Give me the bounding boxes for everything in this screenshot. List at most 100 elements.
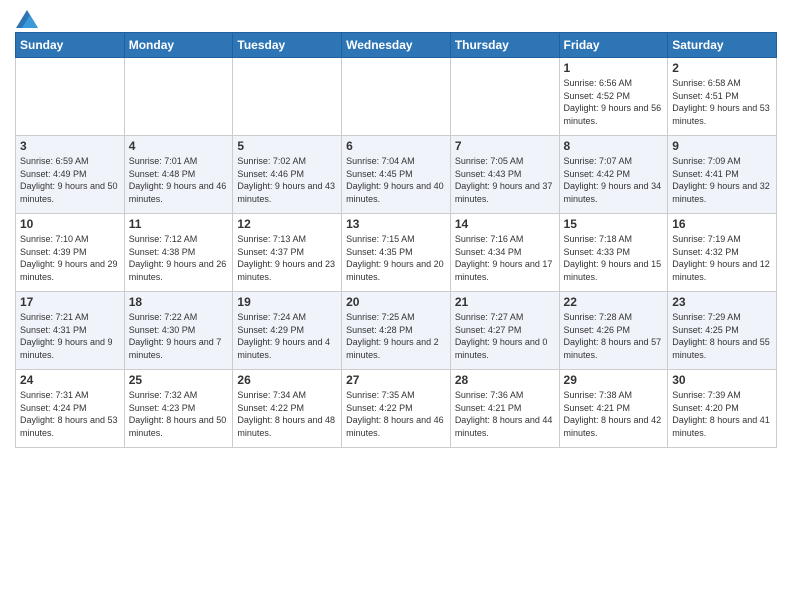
day-info: Sunrise: 7:13 AM Sunset: 4:37 PM Dayligh… xyxy=(237,233,337,283)
day-number: 3 xyxy=(20,139,120,153)
day-number: 28 xyxy=(455,373,555,387)
day-info: Sunrise: 7:10 AM Sunset: 4:39 PM Dayligh… xyxy=(20,233,120,283)
calendar-cell: 26 Sunrise: 7:34 AM Sunset: 4:22 PM Dayli… xyxy=(233,370,342,448)
calendar-cell: 29 Sunrise: 7:38 AM Sunset: 4:21 PM Dayli… xyxy=(559,370,668,448)
calendar-table: SundayMondayTuesdayWednesdayThursdayFrid… xyxy=(15,32,777,448)
calendar-cell: 4 Sunrise: 7:01 AM Sunset: 4:48 PM Daylig… xyxy=(124,136,233,214)
day-info: Sunrise: 7:04 AM Sunset: 4:45 PM Dayligh… xyxy=(346,155,446,205)
calendar-cell: 6 Sunrise: 7:04 AM Sunset: 4:45 PM Daylig… xyxy=(342,136,451,214)
day-info: Sunrise: 7:27 AM Sunset: 4:27 PM Dayligh… xyxy=(455,311,555,361)
calendar-cell: 1Sunrise: 6:56 AM Sunset: 4:52 PM Daylig… xyxy=(559,58,668,136)
calendar-cell: 8 Sunrise: 7:07 AM Sunset: 4:42 PM Daylig… xyxy=(559,136,668,214)
day-number: 8 xyxy=(564,139,664,153)
calendar-cell: 10 Sunrise: 7:10 AM Sunset: 4:39 PM Dayli… xyxy=(16,214,125,292)
day-info: Sunrise: 7:09 AM Sunset: 4:41 PM Dayligh… xyxy=(672,155,772,205)
day-number: 7 xyxy=(455,139,555,153)
day-number: 26 xyxy=(237,373,337,387)
day-number: 20 xyxy=(346,295,446,309)
day-number: 11 xyxy=(129,217,229,231)
calendar-cell: 7 Sunrise: 7:05 AM Sunset: 4:43 PM Daylig… xyxy=(450,136,559,214)
header xyxy=(15,10,777,24)
calendar-cell xyxy=(16,58,125,136)
calendar-body: 1Sunrise: 6:56 AM Sunset: 4:52 PM Daylig… xyxy=(16,58,777,448)
day-info: Sunrise: 7:07 AM Sunset: 4:42 PM Dayligh… xyxy=(564,155,664,205)
day-info: Sunrise: 7:32 AM Sunset: 4:23 PM Dayligh… xyxy=(129,389,229,439)
calendar-cell: 19Sunrise: 7:24 AM Sunset: 4:29 PM Dayli… xyxy=(233,292,342,370)
day-number: 4 xyxy=(129,139,229,153)
day-info: Sunrise: 7:15 AM Sunset: 4:35 PM Dayligh… xyxy=(346,233,446,283)
day-number: 5 xyxy=(237,139,337,153)
day-number: 1 xyxy=(564,61,664,75)
calendar-week-row: 3 Sunrise: 6:59 AM Sunset: 4:49 PM Daylig… xyxy=(16,136,777,214)
weekday-header-row: SundayMondayTuesdayWednesdayThursdayFrid… xyxy=(16,33,777,58)
calendar-cell: 30Sunrise: 7:39 AM Sunset: 4:20 PM Dayli… xyxy=(668,370,777,448)
day-info: Sunrise: 7:21 AM Sunset: 4:31 PM Dayligh… xyxy=(20,311,120,361)
day-number: 6 xyxy=(346,139,446,153)
day-info: Sunrise: 7:02 AM Sunset: 4:46 PM Dayligh… xyxy=(237,155,337,205)
calendar-week-row: 10 Sunrise: 7:10 AM Sunset: 4:39 PM Dayli… xyxy=(16,214,777,292)
calendar-cell: 5 Sunrise: 7:02 AM Sunset: 4:46 PM Daylig… xyxy=(233,136,342,214)
weekday-header-cell: Friday xyxy=(559,33,668,58)
day-info: Sunrise: 7:16 AM Sunset: 4:34 PM Dayligh… xyxy=(455,233,555,283)
day-number: 29 xyxy=(564,373,664,387)
calendar-cell: 17 Sunrise: 7:21 AM Sunset: 4:31 PM Dayli… xyxy=(16,292,125,370)
calendar-cell: 18Sunrise: 7:22 AM Sunset: 4:30 PM Dayli… xyxy=(124,292,233,370)
calendar-week-row: 17 Sunrise: 7:21 AM Sunset: 4:31 PM Dayli… xyxy=(16,292,777,370)
day-number: 23 xyxy=(672,295,772,309)
calendar-cell: 27 Sunrise: 7:35 AM Sunset: 4:22 PM Dayli… xyxy=(342,370,451,448)
day-info: Sunrise: 7:05 AM Sunset: 4:43 PM Dayligh… xyxy=(455,155,555,205)
day-number: 10 xyxy=(20,217,120,231)
calendar-week-row: 24Sunrise: 7:31 AM Sunset: 4:24 PM Dayli… xyxy=(16,370,777,448)
calendar-cell: 25 Sunrise: 7:32 AM Sunset: 4:23 PM Dayli… xyxy=(124,370,233,448)
calendar-cell: 15 Sunrise: 7:18 AM Sunset: 4:33 PM Dayli… xyxy=(559,214,668,292)
day-number: 27 xyxy=(346,373,446,387)
day-info: Sunrise: 7:34 AM Sunset: 4:22 PM Dayligh… xyxy=(237,389,337,439)
day-number: 30 xyxy=(672,373,772,387)
day-number: 16 xyxy=(672,217,772,231)
day-number: 25 xyxy=(129,373,229,387)
day-info: Sunrise: 7:19 AM Sunset: 4:32 PM Dayligh… xyxy=(672,233,772,283)
calendar-cell: 22 Sunrise: 7:28 AM Sunset: 4:26 PM Dayli… xyxy=(559,292,668,370)
calendar-cell: 3 Sunrise: 6:59 AM Sunset: 4:49 PM Daylig… xyxy=(16,136,125,214)
calendar-cell: 2 Sunrise: 6:58 AM Sunset: 4:51 PM Daylig… xyxy=(668,58,777,136)
weekday-header-cell: Tuesday xyxy=(233,33,342,58)
day-number: 17 xyxy=(20,295,120,309)
weekday-header-cell: Wednesday xyxy=(342,33,451,58)
day-number: 22 xyxy=(564,295,664,309)
logo-icon xyxy=(16,10,38,28)
weekday-header-cell: Thursday xyxy=(450,33,559,58)
calendar-week-row: 1Sunrise: 6:56 AM Sunset: 4:52 PM Daylig… xyxy=(16,58,777,136)
day-info: Sunrise: 7:35 AM Sunset: 4:22 PM Dayligh… xyxy=(346,389,446,439)
day-number: 24 xyxy=(20,373,120,387)
day-info: Sunrise: 6:58 AM Sunset: 4:51 PM Dayligh… xyxy=(672,77,772,127)
day-number: 13 xyxy=(346,217,446,231)
calendar-cell xyxy=(233,58,342,136)
day-info: Sunrise: 7:24 AM Sunset: 4:29 PM Dayligh… xyxy=(237,311,337,361)
day-info: Sunrise: 7:28 AM Sunset: 4:26 PM Dayligh… xyxy=(564,311,664,361)
day-info: Sunrise: 7:22 AM Sunset: 4:30 PM Dayligh… xyxy=(129,311,229,361)
day-number: 15 xyxy=(564,217,664,231)
weekday-header-cell: Saturday xyxy=(668,33,777,58)
calendar-cell xyxy=(342,58,451,136)
day-info: Sunrise: 7:38 AM Sunset: 4:21 PM Dayligh… xyxy=(564,389,664,439)
day-number: 14 xyxy=(455,217,555,231)
page-container: SundayMondayTuesdayWednesdayThursdayFrid… xyxy=(0,0,792,453)
day-info: Sunrise: 7:01 AM Sunset: 4:48 PM Dayligh… xyxy=(129,155,229,205)
day-info: Sunrise: 7:25 AM Sunset: 4:28 PM Dayligh… xyxy=(346,311,446,361)
calendar-cell xyxy=(124,58,233,136)
calendar-cell: 9 Sunrise: 7:09 AM Sunset: 4:41 PM Daylig… xyxy=(668,136,777,214)
calendar-cell: 23Sunrise: 7:29 AM Sunset: 4:25 PM Dayli… xyxy=(668,292,777,370)
day-number: 9 xyxy=(672,139,772,153)
calendar-cell xyxy=(450,58,559,136)
weekday-header-cell: Sunday xyxy=(16,33,125,58)
day-info: Sunrise: 7:12 AM Sunset: 4:38 PM Dayligh… xyxy=(129,233,229,283)
calendar-cell: 11 Sunrise: 7:12 AM Sunset: 4:38 PM Dayli… xyxy=(124,214,233,292)
day-info: Sunrise: 6:59 AM Sunset: 4:49 PM Dayligh… xyxy=(20,155,120,205)
calendar-cell: 21 Sunrise: 7:27 AM Sunset: 4:27 PM Dayli… xyxy=(450,292,559,370)
day-number: 12 xyxy=(237,217,337,231)
day-number: 2 xyxy=(672,61,772,75)
day-number: 21 xyxy=(455,295,555,309)
day-info: Sunrise: 7:36 AM Sunset: 4:21 PM Dayligh… xyxy=(455,389,555,439)
calendar-cell: 20 Sunrise: 7:25 AM Sunset: 4:28 PM Dayli… xyxy=(342,292,451,370)
day-info: Sunrise: 7:18 AM Sunset: 4:33 PM Dayligh… xyxy=(564,233,664,283)
